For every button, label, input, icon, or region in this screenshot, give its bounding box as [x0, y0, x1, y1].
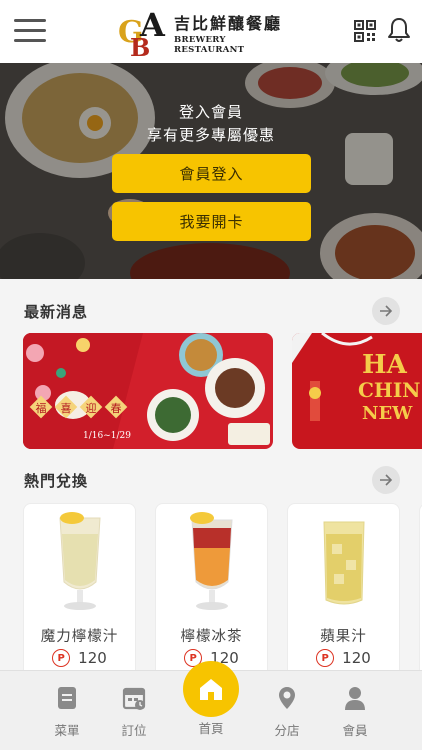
nav-menu-label: 菜單: [54, 723, 80, 738]
notification-bell-icon[interactable]: [387, 17, 411, 43]
hot-more-arrow-icon[interactable]: [372, 466, 400, 494]
news-card-spring[interactable]: 福 喜 迎 春 1/16~1/29: [23, 333, 273, 449]
svg-text:B: B: [130, 33, 150, 58]
product-name: 蘋果汁: [320, 629, 367, 645]
logo-chinese-name: 吉比鮮釀餐廳: [174, 13, 283, 33]
product-points: 120: [342, 649, 371, 667]
news-hny-line2: CHIN: [358, 378, 420, 402]
member-person-icon: [345, 687, 365, 710]
hero-subtitle: 享有更多專屬優惠: [146, 126, 275, 144]
nav-booking-label: 訂位: [121, 723, 147, 738]
brand-logo[interactable]: G A B 吉比鮮釀餐廳 BREWERY RESTAURANT: [118, 6, 298, 62]
nav-branches-label: 分店: [274, 723, 300, 738]
news-hny-line1: HA: [362, 350, 408, 380]
qr-code-icon[interactable]: [354, 20, 376, 42]
bottom-navigation: 菜單 訂位 首頁 分店 會員: [0, 661, 422, 750]
product-name: 魔力檸檬汁: [40, 629, 119, 645]
news-hny-line3: NEW: [362, 403, 413, 424]
home-icon: [200, 679, 222, 700]
points-icon: P: [52, 649, 71, 667]
nav-member-label: 會員: [342, 723, 368, 738]
news-date-range: 1/16~1/29: [83, 431, 131, 441]
app-root: G A B 吉比鮮釀餐廳 BREWERY RESTAURANT 登入會員 享有更…: [0, 0, 422, 750]
news-card-chinese-new-year[interactable]: HA CHIN NEW: [292, 333, 422, 449]
hot-section-title: 熱門兌換: [24, 472, 89, 490]
product-card-lemonade[interactable]: 魔力檸檬汁 P 120: [23, 503, 136, 678]
spring-festival-banner: 福 喜 迎 春 1/16~1/29: [23, 333, 273, 449]
hamburger-menu-icon[interactable]: [14, 19, 46, 43]
chinese-new-year-banner: HA CHIN NEW: [292, 333, 422, 449]
product-points: 120: [78, 649, 107, 667]
member-login-button[interactable]: 會員登入: [112, 154, 311, 193]
news-section-title: 最新消息: [24, 303, 89, 321]
news-badge-char: 福: [36, 401, 47, 415]
hero-title: 登入會員: [178, 103, 243, 121]
nav-home-button[interactable]: [183, 661, 239, 717]
lemonade-glass-image: [59, 512, 101, 610]
apple-juice-glass-image: [323, 521, 365, 605]
news-section-header: 最新消息: [0, 297, 422, 327]
hot-section-header: 熱門兌換: [0, 466, 422, 496]
product-name: 檸檬冰茶: [180, 629, 243, 645]
location-pin-icon: [279, 687, 295, 709]
nav-menu[interactable]: 菜單: [37, 685, 97, 739]
nav-booking[interactable]: 訂位: [104, 685, 164, 739]
app-header: G A B 吉比鮮釀餐廳 BREWERY RESTAURANT: [0, 0, 422, 63]
nav-member[interactable]: 會員: [325, 685, 385, 739]
nav-home-label: 首頁: [198, 721, 224, 736]
member-hero-banner: 登入會員 享有更多專屬優惠 會員登入 我要開卡: [0, 63, 422, 279]
product-card-apple-juice[interactable]: 蘋果汁 P 120: [287, 503, 400, 678]
product-card-lemon-tea[interactable]: 檸檬冰茶 P 120: [155, 503, 268, 678]
menu-book-icon: [58, 687, 76, 709]
gba-logo-mark: G A B: [118, 6, 172, 62]
news-badge-char: 迎: [86, 402, 97, 415]
news-badge-char: 春: [111, 402, 122, 415]
news-more-arrow-icon[interactable]: [372, 297, 400, 325]
open-card-button[interactable]: 我要開卡: [112, 202, 311, 241]
logo-english-name: BREWERY RESTAURANT: [174, 34, 245, 55]
points-icon: P: [316, 649, 335, 667]
news-badge-char: 喜: [61, 402, 72, 415]
calendar-booking-icon: [122, 687, 146, 710]
lemon-iced-tea-glass-image: [190, 512, 233, 610]
nav-branches[interactable]: 分店: [257, 685, 317, 739]
